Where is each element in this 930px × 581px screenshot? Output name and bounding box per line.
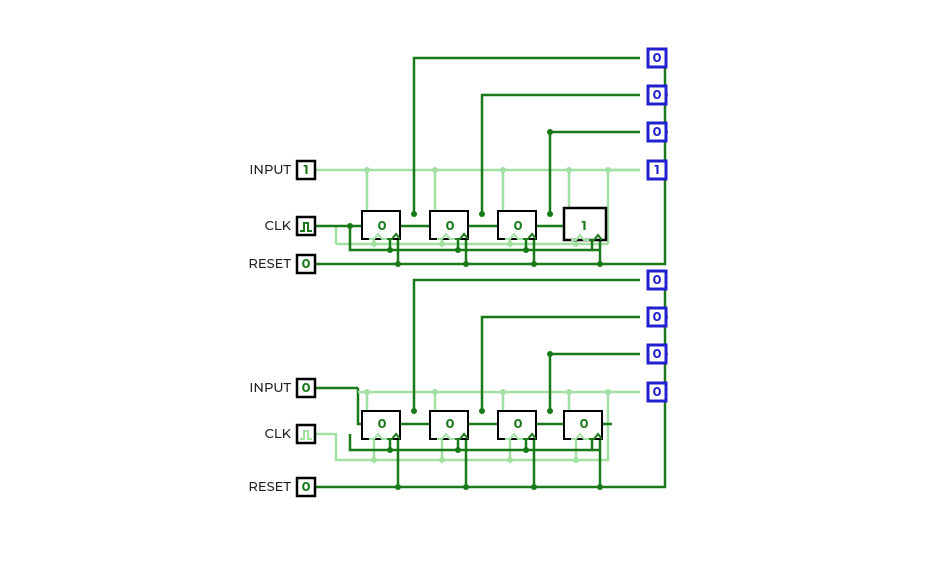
reset-pin[interactable]: 0 <box>297 478 315 496</box>
flipflop-2[interactable]: 0 <box>430 211 468 239</box>
output-3-value: 0 <box>653 124 662 140</box>
flipflop-4[interactable]: 1 <box>564 208 606 240</box>
output-4[interactable]: 1 <box>648 161 666 179</box>
clk-pin[interactable] <box>297 425 315 443</box>
flipflop-3[interactable]: 0 <box>498 411 536 439</box>
output-1-value: 0 <box>653 272 662 288</box>
circuit-2: 0 0 0 0 INPUT 0 CLK RESET 0 0 0 0 0 <box>248 271 668 496</box>
input-label: INPUT <box>249 162 291 178</box>
output-4[interactable]: 0 <box>648 383 666 401</box>
output-1-value: 0 <box>653 50 662 66</box>
input-value: 1 <box>303 162 308 178</box>
ff3-value: 0 <box>514 416 523 432</box>
ff1-value: 0 <box>378 416 387 432</box>
clk-label: CLK <box>265 426 292 442</box>
ff4-value: 1 <box>581 218 586 234</box>
reset-label: RESET <box>248 256 291 272</box>
output-2-value: 0 <box>653 87 662 103</box>
output-3[interactable]: 0 <box>648 345 666 363</box>
output-4-value: 0 <box>653 384 662 400</box>
flipflop-2[interactable]: 0 <box>430 411 468 439</box>
output-2[interactable]: 0 <box>648 308 666 326</box>
reset-label: RESET <box>248 479 291 495</box>
input-pin[interactable]: 1 <box>297 161 315 179</box>
flipflop-4[interactable]: 0 <box>564 411 602 439</box>
flipflop-3[interactable]: 0 <box>498 211 536 239</box>
reset-pin[interactable]: 0 <box>297 255 315 273</box>
ff2-value: 0 <box>446 218 455 234</box>
output-2[interactable]: 0 <box>648 86 666 104</box>
reset-value: 0 <box>302 479 311 495</box>
ff1-value: 0 <box>378 218 387 234</box>
input-label: INPUT <box>249 380 291 396</box>
output-3[interactable]: 0 <box>648 123 666 141</box>
flipflop-1[interactable]: 0 <box>362 411 400 439</box>
clk-label: CLK <box>265 218 292 234</box>
output-1[interactable]: 0 <box>648 271 666 289</box>
output-3-value: 0 <box>653 346 662 362</box>
output-4-value: 1 <box>654 162 659 178</box>
output-2-value: 0 <box>653 309 662 325</box>
ff3-value: 0 <box>514 218 523 234</box>
output-1[interactable]: 0 <box>648 49 666 67</box>
input-pin[interactable]: 0 <box>297 379 315 397</box>
clk-pin[interactable] <box>297 217 315 235</box>
reset-value: 0 <box>302 256 311 272</box>
circuit-1: 0 0 0 1 INPUT 1 CLK RESET 0 0 0 0 1 <box>248 49 668 273</box>
ff4-value: 0 <box>580 416 589 432</box>
flipflop-1[interactable]: 0 <box>362 211 400 239</box>
ff2-value: 0 <box>446 416 455 432</box>
input-value: 0 <box>302 380 311 396</box>
